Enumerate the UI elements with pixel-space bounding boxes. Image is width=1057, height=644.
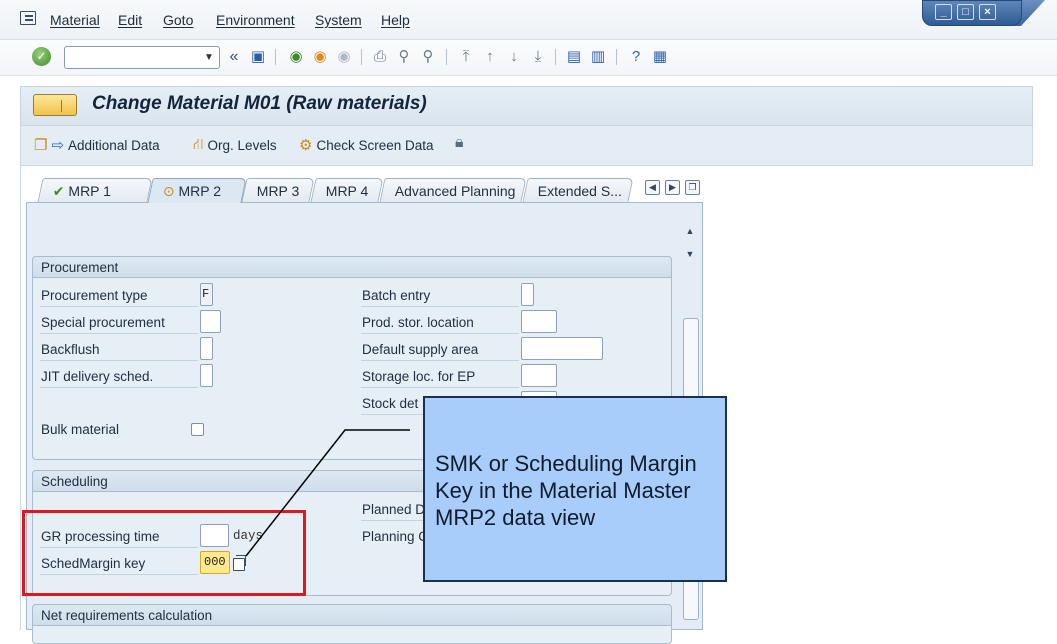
back-double-icon[interactable]: « xyxy=(224,46,244,68)
help-icon[interactable]: ? xyxy=(626,46,646,68)
additional-data-button[interactable]: ❐ ⇨ Additional Data xyxy=(34,136,160,154)
net-requirements-header: Net requirements calculation xyxy=(32,604,672,626)
menu-help[interactable]: Help xyxy=(381,12,410,28)
menu-goto[interactable]: Goto xyxy=(163,12,193,28)
find-next-icon[interactable]: ⚲ xyxy=(418,46,438,68)
prod-stor-location-label: Prod. stor. location xyxy=(361,312,519,334)
tab-mrp-3[interactable]: MRP 3 xyxy=(241,178,315,202)
tab-extended-s[interactable]: Extended S... xyxy=(522,178,634,202)
lock-icon[interactable]: 🔒︎ xyxy=(455,134,464,152)
planning-c-label: Planning C xyxy=(362,529,429,544)
page-title: Change Material M01 (Raw materials) xyxy=(92,93,427,114)
prod-stor-location-field[interactable] xyxy=(521,310,557,333)
tab-scroll-right-icon[interactable]: ▶ xyxy=(665,180,680,195)
org-levels-label: Org. Levels xyxy=(207,138,277,153)
menu-environment[interactable]: Environment xyxy=(216,12,295,28)
tab-label: MRP 1 xyxy=(68,183,111,199)
toolbar-separator xyxy=(275,49,276,65)
procurement-type-field[interactable]: F xyxy=(200,283,213,306)
arrow-right-icon: ⇨ xyxy=(51,137,65,154)
first-page-icon[interactable]: ⤒ xyxy=(456,46,476,68)
window-controls: _ □ × xyxy=(922,0,1022,26)
menu-edit[interactable]: Edit xyxy=(118,12,142,28)
last-page-icon[interactable]: ⤓ xyxy=(528,46,548,68)
scroll-up-icon[interactable]: ▲ xyxy=(683,226,697,240)
menu-bar xyxy=(0,0,1057,40)
create-session-icon[interactable]: ▤ xyxy=(564,46,584,68)
minimize-icon[interactable]: _ xyxy=(935,4,952,20)
tab-mrp-1[interactable]: ✔ MRP 1 xyxy=(37,178,153,202)
tab-label: MRP 4 xyxy=(325,183,369,199)
callout-box: SMK or Scheduling Margin Key in the Mate… xyxy=(423,396,727,582)
command-field[interactable] xyxy=(64,46,220,69)
enter-check-icon[interactable]: ✓ xyxy=(32,47,51,66)
toolbar-separator xyxy=(446,49,447,65)
find-icon[interactable]: ⚲ xyxy=(394,46,414,68)
check-screen-data-button[interactable]: ⚙ Check Screen Data xyxy=(299,136,434,154)
special-procurement-field[interactable] xyxy=(200,310,221,333)
toolbar-separator xyxy=(616,49,617,65)
copy-doc-icon: ❐ xyxy=(34,137,48,154)
tab-advanced-planning[interactable]: Advanced Planning xyxy=(379,178,527,202)
tab-label: Extended S... xyxy=(537,183,622,199)
cancel-icon[interactable]: ◉ xyxy=(334,46,354,68)
command-dropdown-icon[interactable]: ▼ xyxy=(200,47,218,68)
tab-list-icon[interactable]: ❐ xyxy=(685,180,700,195)
back-icon[interactable]: ◉ xyxy=(286,46,306,68)
tab-mrp-4[interactable]: MRP 4 xyxy=(310,178,384,202)
highlight-box xyxy=(22,510,306,596)
tab-config-icon: ⊙ xyxy=(162,183,175,199)
backflush-label: Backflush xyxy=(40,339,198,361)
screen-menu-icon[interactable] xyxy=(33,94,77,116)
bulk-material-label: Bulk material xyxy=(41,422,120,437)
toolbar-separator xyxy=(555,49,556,65)
scroll-down-icon[interactable]: ▼ xyxy=(683,249,697,263)
tab-check-icon: ✔ xyxy=(52,183,65,199)
special-procurement-label: Special procurement xyxy=(40,312,198,334)
tab-label: MRP 2 xyxy=(178,183,222,199)
previous-page-icon[interactable]: ↑ xyxy=(480,46,500,68)
procurement-type-label: Procurement type xyxy=(40,285,198,307)
tab-mrp-2[interactable]: ⊙ MRP 2 xyxy=(147,178,247,203)
backflush-field[interactable] xyxy=(200,337,213,360)
tab-label: MRP 3 xyxy=(256,183,300,199)
additional-data-label: Additional Data xyxy=(68,137,160,153)
procurement-header: Procurement xyxy=(32,256,672,278)
exit-icon[interactable]: ◉ xyxy=(310,46,330,68)
jit-delivery-field[interactable] xyxy=(200,364,213,387)
default-supply-area-label: Default supply area xyxy=(361,339,519,361)
print-icon[interactable]: ⎙ xyxy=(370,46,390,68)
menu-icon[interactable] xyxy=(20,11,36,25)
close-icon[interactable]: × xyxy=(979,4,996,20)
storage-loc-ep-label: Storage loc. for EP xyxy=(361,366,519,388)
maximize-icon[interactable]: □ xyxy=(957,4,974,20)
org-levels-icon: ⛙ xyxy=(193,136,204,153)
tab-label: Advanced Planning xyxy=(394,183,516,199)
menu-material[interactable]: Material xyxy=(50,12,100,28)
org-levels-button[interactable]: ⛙ Org. Levels xyxy=(193,136,277,155)
stock-det-label: Stock det xyxy=(361,393,423,415)
menu-system[interactable]: System xyxy=(315,12,362,28)
default-supply-area-field[interactable] xyxy=(521,337,603,360)
shortcut-icon[interactable]: ▥ xyxy=(588,46,608,68)
batch-entry-label: Batch entry xyxy=(361,285,519,307)
planned-d-label: Planned D xyxy=(361,499,425,521)
toolbar-separator xyxy=(361,49,362,65)
check-data-icon: ⚙ xyxy=(299,137,313,154)
storage-loc-ep-field[interactable] xyxy=(521,364,557,387)
bulk-material-checkbox[interactable] xyxy=(191,423,204,436)
check-screen-data-label: Check Screen Data xyxy=(316,137,434,153)
layout-menu-icon[interactable]: ▦ xyxy=(650,46,670,68)
save-icon[interactable]: ▣ xyxy=(248,46,268,68)
jit-delivery-label: JIT delivery sched. xyxy=(40,366,198,388)
tab-scroll-left-icon[interactable]: ◀ xyxy=(645,180,660,195)
batch-entry-field[interactable] xyxy=(521,283,534,306)
next-page-icon[interactable]: ↓ xyxy=(504,46,524,68)
application-toolbar xyxy=(20,126,1033,166)
